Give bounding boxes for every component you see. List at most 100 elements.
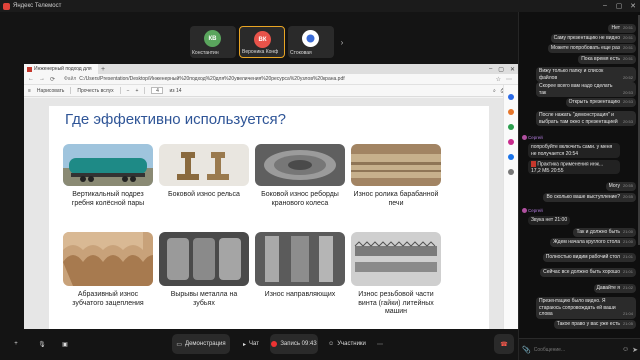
more-icon[interactable]: ⋯ bbox=[374, 334, 386, 354]
back-icon[interactable]: ← bbox=[28, 76, 34, 83]
send-icon[interactable]: ➤ bbox=[632, 346, 638, 354]
crane-wheel-image bbox=[255, 144, 345, 186]
chat-message-incoming: Звука нет 21:00 bbox=[528, 216, 571, 225]
reload-icon[interactable]: ⟳ bbox=[50, 76, 55, 83]
microphone-off-icon[interactable]: 🎙 bbox=[34, 334, 50, 354]
card-caption: Боковой износ рельса bbox=[168, 191, 240, 198]
draw-button[interactable]: Нарисовать bbox=[37, 88, 64, 94]
minimize-icon[interactable]: – bbox=[598, 2, 612, 10]
card-caption: Абразивный износ зубчатого зацепления bbox=[72, 291, 144, 307]
avatar bbox=[302, 30, 319, 47]
maximize-icon[interactable]: ▢ bbox=[612, 2, 626, 10]
card-caption: Вырывы металла на зубьях bbox=[170, 291, 238, 307]
search-icon[interactable]: ⌕ bbox=[493, 88, 496, 94]
participant-tile[interactable]: КВ Константин bbox=[190, 26, 236, 58]
chat-message-incoming: попробуйте включить сами. у меня не полу… bbox=[528, 143, 620, 158]
attach-icon[interactable]: 📎 bbox=[522, 346, 531, 354]
slide-card: Вырывы металла на зубьях bbox=[159, 232, 249, 308]
app-logo-icon bbox=[3, 2, 10, 10]
add-icon[interactable] bbox=[508, 169, 514, 175]
gear-teeth-image bbox=[63, 232, 153, 286]
minimize-icon[interactable]: – bbox=[489, 66, 492, 73]
end-call-icon[interactable]: ☎ bbox=[494, 334, 514, 354]
forward-icon[interactable]: → bbox=[39, 76, 45, 83]
pdf-icon bbox=[531, 161, 536, 167]
participant-name: Вероника Конф bbox=[242, 49, 279, 55]
avatar bbox=[522, 208, 527, 213]
chat-button[interactable]: ▸ Чат bbox=[236, 334, 266, 354]
file-attachment[interactable]: Практика применения инж... 17,2 МБ 20:55 bbox=[528, 160, 620, 174]
kiln-roller-image bbox=[351, 144, 441, 186]
railway-tank-car-image bbox=[63, 144, 153, 186]
card-caption: Боковой износ реборды кранового колеса bbox=[261, 191, 339, 207]
games-icon[interactable] bbox=[508, 139, 514, 145]
zoom-in-icon[interactable]: + bbox=[136, 88, 139, 94]
participants-icon: ☺ bbox=[328, 341, 335, 347]
chat-message: Скорее всего вам надо сделать так 20:53 bbox=[536, 82, 636, 97]
address-bar: ← → ⟳ Файл C:/Users/Presentation/Desktop… bbox=[24, 74, 518, 85]
search-icon[interactable] bbox=[508, 94, 514, 100]
tools-icon[interactable] bbox=[508, 124, 514, 130]
chat-message: Нет 20:51 bbox=[608, 24, 636, 33]
call-controls: + 🎙 ▣ ▭ Демонстрация ▸ Чат Запись 09:43 … bbox=[0, 329, 518, 360]
browser-sidebar bbox=[503, 85, 518, 341]
chat-message: Пока время есть 20:51 bbox=[578, 55, 636, 64]
chat-message: Презентацию было видно. Я стараюсь сопро… bbox=[536, 297, 636, 319]
avatar: ВК bbox=[254, 31, 271, 48]
card-caption: Износ ролика барабанной печи bbox=[353, 191, 439, 207]
card-caption: Вертикальный подрез гребня колёсной пары bbox=[71, 191, 145, 207]
chat-message: Вижу только папку и список файлов 20:52 bbox=[536, 67, 636, 82]
url-field[interactable]: C:/Users/Presentation/Desktop/Инженерный… bbox=[79, 76, 478, 82]
sender-name: Сергей bbox=[528, 208, 543, 213]
emoji-icon[interactable]: ☺ bbox=[622, 346, 629, 353]
shared-screen: Инженерный подход для + – ▢ ✕ ← → ⟳ Файл… bbox=[24, 64, 518, 341]
participants-button[interactable]: ☺ Участники bbox=[322, 334, 372, 354]
star-icon[interactable]: ☆ bbox=[496, 76, 501, 83]
camera-off-icon[interactable]: ▣ bbox=[58, 334, 72, 354]
participant-tile-active[interactable]: ВК Вероника Конф bbox=[239, 26, 285, 58]
zoom-out-icon[interactable]: − bbox=[127, 88, 130, 94]
read-aloud-button[interactable]: Прочесть вслух bbox=[77, 88, 113, 94]
page-number-input[interactable]: 4 bbox=[151, 87, 164, 94]
menu-dots-icon[interactable]: ⋯ bbox=[506, 76, 512, 83]
pdf-icon bbox=[27, 67, 32, 72]
close-icon[interactable]: ✕ bbox=[626, 2, 640, 10]
record-icon bbox=[271, 341, 278, 347]
chat-message: Такое право у вас уже есть 21:05 bbox=[553, 320, 636, 329]
demonstration-button[interactable]: ▭ Демонстрация bbox=[172, 334, 230, 354]
slide-card: Боковой износ рельса bbox=[159, 144, 249, 200]
browser-tab[interactable]: Инженерный подход для bbox=[24, 64, 98, 74]
chevron-right-icon[interactable]: › bbox=[337, 34, 347, 50]
chat-message: Полностью видим рабочий стол 21:01 bbox=[542, 253, 636, 262]
slide-card: Износ резьбовой части винта (гайки) лите… bbox=[351, 232, 441, 317]
add-participant-icon[interactable]: + bbox=[6, 334, 26, 354]
maximize-icon[interactable]: ▢ bbox=[498, 66, 504, 73]
chat-message: Могу 20:55 bbox=[605, 182, 636, 191]
outlook-icon[interactable] bbox=[508, 154, 514, 160]
chat-input[interactable]: Сообщение... bbox=[534, 344, 619, 356]
pdf-page: Где эффективно используется? Вертикальны… bbox=[49, 106, 489, 334]
participant-name: Константин bbox=[192, 50, 219, 56]
chat-icon: ▸ bbox=[243, 341, 247, 348]
participant-tile[interactable]: Стоковая bbox=[288, 26, 334, 58]
file-label: Файл bbox=[64, 76, 77, 82]
chat-message: Можете попробовать еще раз 20:51 bbox=[547, 44, 636, 53]
chat-message: После нажать "демонстрация" и выбрать та… bbox=[536, 111, 636, 126]
new-tab-icon[interactable]: + bbox=[101, 66, 105, 73]
chat-message: Ждем начала круглого стола 21:00 bbox=[550, 238, 636, 247]
pdf-toolbar: ≡ Нарисовать Прочесть вслух − + 4 из 14 … bbox=[24, 85, 518, 97]
sender-name: Сергей bbox=[528, 135, 543, 140]
pdf-viewer: Где эффективно используется? Вертикальны… bbox=[24, 98, 518, 341]
record-button[interactable]: Запись 09:43 bbox=[270, 334, 318, 354]
video-stage: КВ Константин ВК Вероника Конф Стоковая … bbox=[0, 12, 518, 360]
menu-icon[interactable]: ≡ bbox=[28, 88, 31, 94]
shopping-icon[interactable] bbox=[508, 109, 514, 115]
close-icon[interactable]: ✕ bbox=[510, 66, 515, 73]
chat-message: Так и должно быть 21:00 bbox=[573, 228, 636, 237]
card-caption: Износ резьбовой части винта (гайки) лите… bbox=[358, 291, 434, 315]
slide-title: Где эффективно используется? bbox=[65, 111, 286, 128]
rail-profile-image bbox=[159, 144, 249, 186]
page-total: из 14 bbox=[169, 87, 182, 94]
chat-message: Давайте я 21:02 bbox=[593, 284, 636, 293]
chat-input-bar: 📎 Сообщение... ☺ ➤ bbox=[519, 338, 640, 360]
